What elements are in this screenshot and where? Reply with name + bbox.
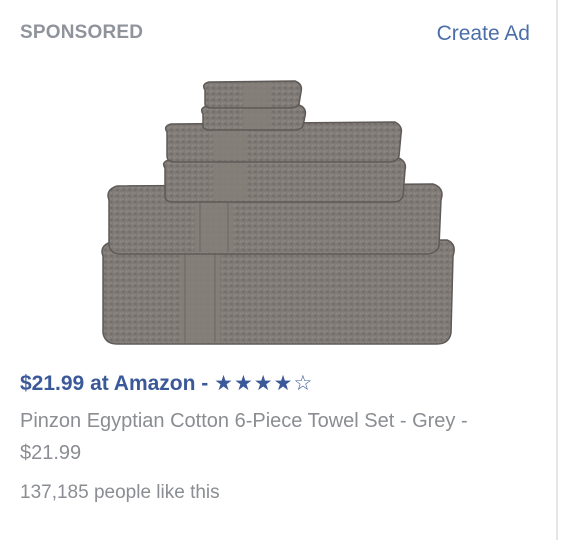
card-border bbox=[556, 0, 558, 540]
price-source-text: $21.99 at Amazon - bbox=[20, 372, 215, 395]
rating-stars-icon: ★★★★☆ bbox=[214, 372, 314, 395]
product-image-towel-set[interactable] bbox=[95, 78, 460, 346]
ad-header: SPONSORED Create Ad bbox=[20, 22, 530, 48]
create-ad-link[interactable]: Create Ad bbox=[437, 22, 530, 46]
likes-count[interactable]: 137,185 people like this bbox=[20, 482, 220, 504]
sponsored-ad-card: SPONSORED Create Ad $21.99 at Amazon - ★… bbox=[0, 0, 562, 540]
ad-description: Pinzon Egyptian Cotton 6-Piece Towel Set… bbox=[20, 410, 468, 464]
sponsored-label: SPONSORED bbox=[20, 22, 144, 43]
ad-title-link[interactable]: $21.99 at Amazon - ★★★★☆ bbox=[20, 371, 313, 396]
